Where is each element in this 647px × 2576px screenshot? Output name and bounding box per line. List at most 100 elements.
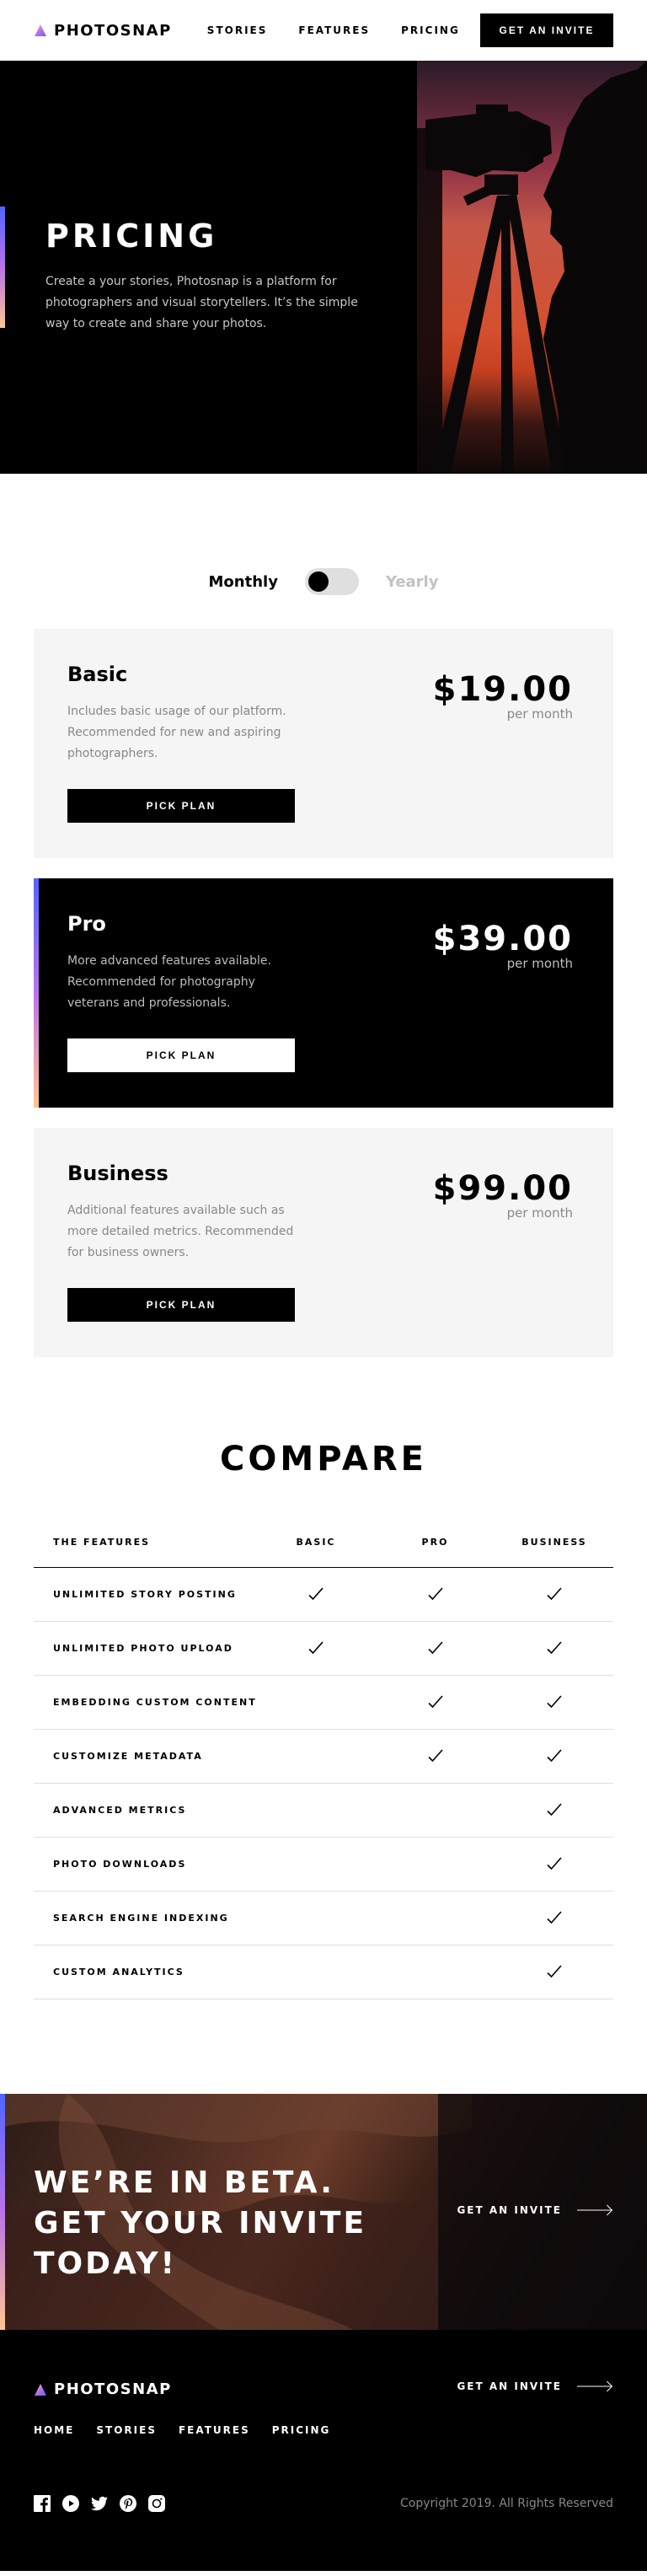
footer-nav: HOME STORIES FEATURES PRICING [34,2424,330,2436]
compare-row: CUSTOM ANALYTICS [34,1945,613,1999]
pick-plan-button-pro[interactable]: PICK PLAN [67,1038,295,1072]
plan-card-business: Business Additional features available s… [34,1128,613,1357]
cell-basic [257,1640,375,1656]
hero-description: Create a your stories, Photosnap is a pl… [45,275,358,330]
youtube-icon[interactable] [62,2495,79,2512]
footer-logo[interactable]: PHOTOSNAP [34,2380,172,2398]
footer-nav-features[interactable]: FEATURES [179,2424,250,2436]
footer-nav-pricing[interactable]: PRICING [272,2424,331,2436]
billing-monthly-label[interactable]: Monthly [209,573,278,591]
check-icon [427,1748,444,1763]
beta-title: WE’RE IN BETA. GET YOUR INVITE TODAY! [34,2165,367,2281]
pick-plan-button-business[interactable]: PICK PLAN [67,1288,295,1322]
footer-nav-stories[interactable]: STORIES [96,2424,157,2436]
check-icon [427,1694,444,1709]
header-business: BUSINESS [521,1537,587,1548]
compare-header-row: THE FEATURES BASIC PRO BUSINESS [34,1517,613,1568]
plan-accent-bar [34,878,39,1108]
nav-pricing[interactable]: PRICING [401,24,460,36]
twitter-icon[interactable] [91,2495,108,2512]
check-icon [546,1640,563,1655]
beta-accent-bar [0,2094,5,2330]
billing-yearly-label[interactable]: Yearly [386,573,439,591]
hero-text-panel: PRICING Create a your stories, Photosnap… [0,61,417,474]
billing-toggle-row: Monthly Yearly [0,568,647,595]
price-value: $19.00 [432,670,573,709]
cell-business [495,1694,613,1710]
pinterest-icon[interactable] [120,2495,136,2512]
compare-row: EMBEDDING CUSTOM CONTENT [34,1676,613,1730]
check-icon [546,1964,563,1978]
plan-description: More advanced features available. Recomm… [67,954,271,1010]
compare-row: ADVANCED METRICS [34,1784,613,1838]
price-value: $39.00 [432,920,573,958]
compare-row: UNLIMITED PHOTO UPLOAD [34,1622,613,1676]
logo-triangle-icon [35,24,46,36]
feature-name: CUSTOM ANALYTICS [53,1967,184,1978]
arrow-right-icon [577,2204,613,2216]
cell-business [495,1640,613,1656]
logo-text: PHOTOSNAP [54,21,172,40]
instagram-icon[interactable] [148,2495,165,2512]
check-icon [427,1640,444,1655]
arrow-right-icon [577,2380,613,2392]
billing-toggle-knob [307,572,329,592]
feature-name: PHOTO DOWNLOADS [53,1859,187,1870]
check-icon [546,1856,563,1870]
logo-triangle-icon [35,2383,46,2396]
check-icon [546,1802,563,1817]
hero-section: PRICING Create a your stories, Photosnap… [0,61,647,474]
feature-name: CUSTOMIZE METADATA [53,1751,203,1762]
compare-row: PHOTO DOWNLOADS [34,1838,613,1892]
footer-nav-home[interactable]: HOME [34,2424,74,2436]
check-icon [546,1586,563,1601]
feature-name: UNLIMITED STORY POSTING [53,1589,237,1600]
cell-pro [375,1748,495,1764]
compare-table: THE FEATURES BASIC PRO BUSINESS UNLIMITE… [34,1517,613,1999]
plans-list: Basic Includes basic usage of our platfo… [0,629,647,1357]
header-pro: PRO [421,1537,449,1548]
logo[interactable]: PHOTOSNAP [34,22,172,40]
plan-price: $99.00 per month [433,1172,573,1221]
cell-pro [375,1586,495,1602]
feature-name: UNLIMITED PHOTO UPLOAD [53,1643,233,1654]
cell-business [495,1802,613,1818]
logo-text: PHOTOSNAP [54,2380,172,2398]
price-value: $99.00 [432,1169,573,1208]
compare-row: CUSTOMIZE METADATA [34,1730,613,1784]
check-icon [307,1586,324,1601]
cell-basic [257,1586,375,1602]
nav-features[interactable]: FEATURES [298,24,370,36]
plan-card-basic: Basic Includes basic usage of our platfo… [34,629,613,858]
plan-price: $19.00 per month [433,673,573,722]
beta-banner: WE’RE IN BETA. GET YOUR INVITE TODAY! GE… [0,2094,647,2330]
get-invite-button[interactable]: GET AN INVITE [480,13,613,47]
header-features: THE FEATURES [53,1537,151,1548]
footer-invite-label: GET AN INVITE [457,2380,562,2392]
page-title: PRICING [45,217,218,255]
cell-business [495,1964,613,1980]
cell-pro [375,1694,495,1710]
cell-business [495,1586,613,1602]
feature-name: ADVANCED METRICS [53,1805,187,1816]
check-icon [546,1910,563,1924]
beta-invite-link[interactable]: GET AN INVITE [457,2204,613,2216]
compare-row: SEARCH ENGINE INDEXING [34,1892,613,1945]
check-icon [427,1586,444,1601]
compare-rows: UNLIMITED STORY POSTING UNLIMITED PHOTO U… [34,1568,613,1999]
check-icon [546,1694,563,1709]
copyright-text: Copyright 2019. All Rights Reserved [400,2497,613,2510]
pick-plan-button-basic[interactable]: PICK PLAN [67,789,295,823]
header-basic: BASIC [296,1537,336,1548]
facebook-icon[interactable] [34,2495,51,2512]
plan-description: Additional features available such as mo… [67,1204,294,1259]
billing-toggle[interactable] [304,568,359,595]
hero-accent-bar [0,207,5,328]
beta-invite-label: GET AN INVITE [457,2204,562,2216]
plan-card-pro: Pro More advanced features available. Re… [34,878,613,1108]
compare-row: UNLIMITED STORY POSTING [34,1568,613,1622]
footer-invite-link[interactable]: GET AN INVITE [457,2380,613,2392]
nav-stories[interactable]: STORIES [207,24,268,36]
feature-name: EMBEDDING CUSTOM CONTENT [53,1697,257,1708]
site-footer: PHOTOSNAP GET AN INVITE HOME STORIES FEA… [0,2330,647,2571]
